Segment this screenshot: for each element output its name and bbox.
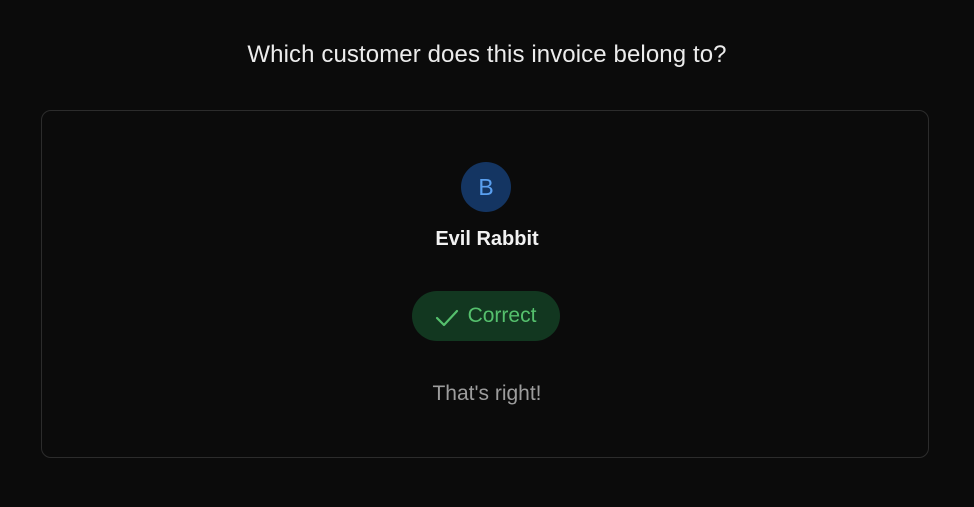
customer-name: Evil Rabbit: [435, 228, 539, 250]
invoice-customer-quiz: Which customer does this invoice belong …: [0, 0, 974, 507]
customer-avatar: B: [461, 162, 511, 212]
correct-status-badge: Correct: [412, 291, 560, 341]
feedback-message: That's right!: [432, 382, 542, 405]
question-title: Which customer does this invoice belong …: [247, 41, 727, 68]
check-icon: [434, 307, 460, 329]
status-label: Correct: [467, 304, 537, 327]
